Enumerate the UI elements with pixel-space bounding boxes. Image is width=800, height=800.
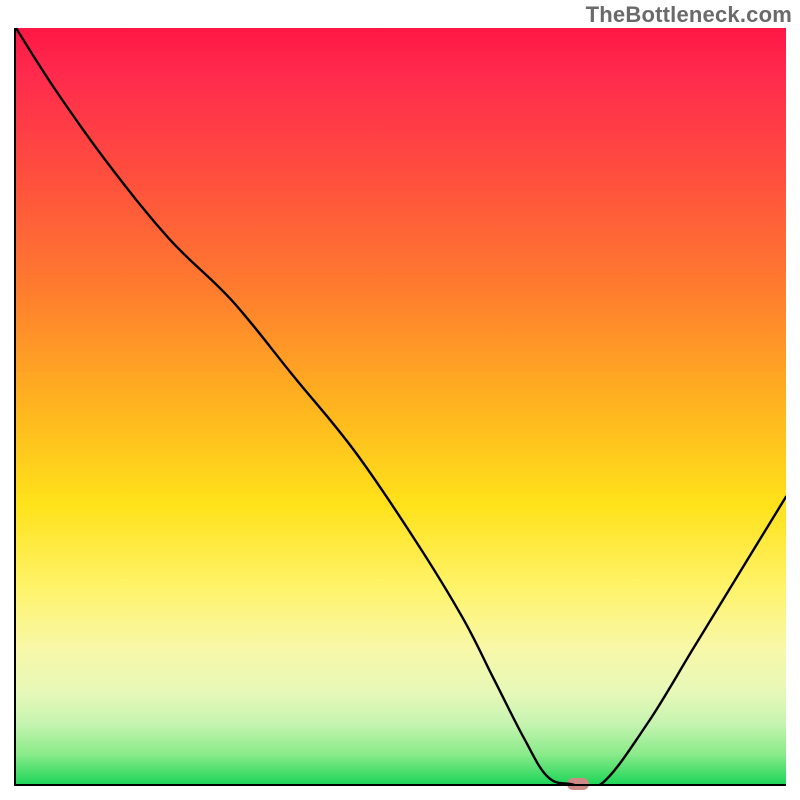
curve-minimum-marker [567,778,589,790]
watermark-text: TheBottleneck.com [586,2,792,28]
chart-area [14,28,786,786]
heat-gradient-background [16,28,786,784]
